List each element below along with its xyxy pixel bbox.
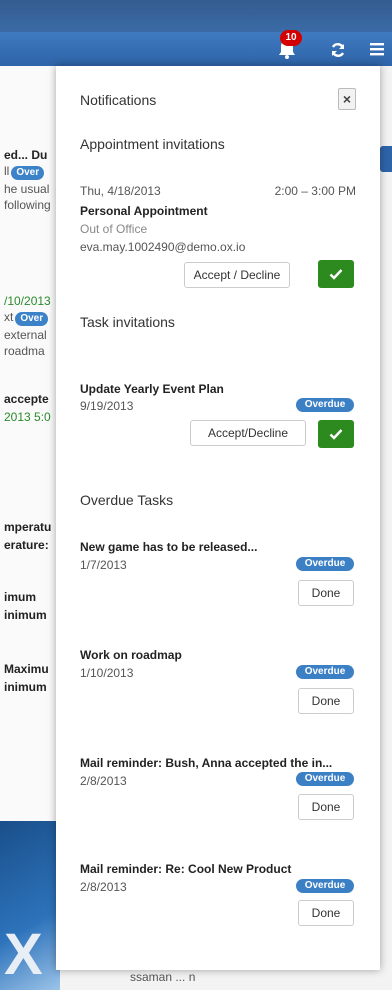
background-bottom-text: ssaman ... n bbox=[130, 970, 196, 984]
background-text: mperatu bbox=[4, 520, 51, 534]
background-text-content: accepte bbox=[4, 392, 49, 406]
overdue-task-title[interactable]: Work on roadmap bbox=[80, 648, 182, 662]
appointment-title[interactable]: Personal Appointment bbox=[80, 204, 208, 218]
accept-appointment-button[interactable] bbox=[318, 260, 354, 288]
close-icon: × bbox=[342, 91, 352, 107]
done-button[interactable]: Done bbox=[298, 688, 354, 714]
menu-icon[interactable] bbox=[369, 42, 385, 56]
background-text: Maximu bbox=[4, 662, 49, 676]
background-text: accepte bbox=[4, 392, 49, 406]
appointment-invitations-title: Appointment invitations bbox=[80, 136, 225, 152]
background-text: imum bbox=[4, 590, 36, 604]
background-text: ed... Du bbox=[4, 148, 47, 162]
background-text-content: following bbox=[4, 198, 51, 212]
background-status-pill: Over bbox=[11, 166, 45, 180]
background-text-content: roadma bbox=[4, 344, 45, 358]
overdue-task-title[interactable]: Mail reminder: Bush, Anna accepted the i… bbox=[80, 756, 332, 770]
overdue-task-date: 2/8/2013 bbox=[80, 774, 127, 788]
background-text-content: external bbox=[4, 328, 47, 342]
background-text: roadma bbox=[4, 344, 45, 358]
task-accept-decline-button[interactable]: Accept/Decline bbox=[190, 420, 306, 446]
background-button bbox=[380, 146, 392, 172]
top-bar bbox=[0, 0, 392, 32]
checkmark-icon bbox=[329, 429, 343, 440]
notification-count-badge[interactable]: 10 bbox=[280, 30, 302, 46]
task-date: 9/19/2013 bbox=[80, 399, 134, 413]
overdue-task-date: 1/10/2013 bbox=[80, 666, 134, 680]
done-button[interactable]: Done bbox=[298, 900, 354, 926]
background-text-content: 2013 5:0 bbox=[4, 410, 51, 424]
background-text: 2013 5:0 bbox=[4, 410, 51, 424]
background-text: inimum bbox=[4, 680, 47, 694]
appointment-organizer-email: eva.may.1002490@demo.ox.io bbox=[80, 240, 246, 254]
background-text: /10/2013 bbox=[4, 294, 51, 308]
background-text-content: inimum bbox=[4, 608, 47, 622]
background-text-content: /10/2013 bbox=[4, 294, 51, 308]
overdue-badge: Overdue bbox=[296, 557, 354, 571]
overdue-badge: Overdue bbox=[296, 398, 354, 412]
background-text: following bbox=[4, 198, 51, 212]
overdue-badge: Overdue bbox=[296, 772, 354, 786]
overdue-badge: Overdue bbox=[296, 879, 354, 893]
background-text: xt Over bbox=[4, 310, 49, 326]
done-button[interactable]: Done bbox=[298, 794, 354, 820]
panel-title: Notifications bbox=[80, 92, 157, 108]
background-text-content: Maximu bbox=[4, 662, 49, 676]
background-status-pill: Over bbox=[15, 312, 49, 326]
background-text-content: imum bbox=[4, 590, 37, 604]
background-text-content: inimum bbox=[4, 680, 47, 694]
background-text-content: he usual bbox=[4, 182, 50, 196]
background-text-content: ed... Du bbox=[4, 148, 48, 162]
accept-decline-button[interactable]: Accept / Decline bbox=[184, 262, 290, 288]
close-button[interactable]: × bbox=[338, 88, 356, 110]
overdue-task-title[interactable]: New game has to be released... bbox=[80, 540, 257, 554]
refresh-icon[interactable] bbox=[330, 42, 346, 58]
background-text-content: mperatu bbox=[4, 520, 52, 534]
background-text: ll Over bbox=[4, 164, 45, 180]
overdue-task-date: 1/7/2013 bbox=[80, 558, 127, 572]
background-text-content: ll bbox=[4, 164, 10, 178]
notifications-panel: Notifications × Appointment invitations … bbox=[56, 66, 380, 970]
task-title[interactable]: Update Yearly Event Plan bbox=[80, 382, 224, 396]
background-text-content: xt bbox=[4, 310, 14, 324]
appointment-status: Out of Office bbox=[80, 222, 148, 236]
accept-task-button[interactable] bbox=[318, 420, 354, 448]
overdue-task-title[interactable]: Mail reminder: Re: Cool New Product bbox=[80, 862, 291, 876]
background-text: erature: bbox=[4, 538, 49, 552]
task-invitations-title: Task invitations bbox=[80, 314, 175, 330]
checkmark-icon bbox=[329, 269, 343, 280]
overdue-badge: Overdue bbox=[296, 665, 354, 679]
overdue-tasks-title: Overdue Tasks bbox=[80, 492, 174, 508]
done-button[interactable]: Done bbox=[298, 580, 354, 606]
background-text: inimum bbox=[4, 608, 47, 622]
background-text: he usual bbox=[4, 182, 49, 196]
background-text-content: erature: bbox=[4, 538, 49, 552]
appointment-time: 2:00 – 3:00 PM bbox=[274, 184, 356, 198]
appointment-date: Thu, 4/18/2013 bbox=[80, 184, 161, 198]
background-text: external bbox=[4, 328, 47, 342]
background-logo: X bbox=[4, 922, 43, 987]
overdue-task-date: 2/8/2013 bbox=[80, 880, 127, 894]
